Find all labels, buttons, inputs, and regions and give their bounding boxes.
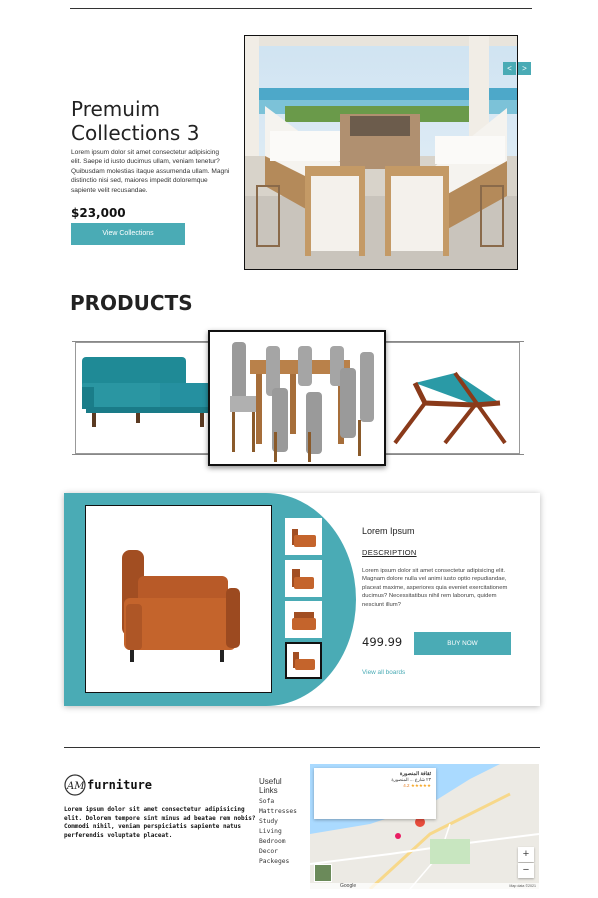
thumbnail-4[interactable] <box>285 642 322 679</box>
hero-description: Lorem ipsum dolor sit amet consectetur a… <box>71 149 230 194</box>
brand-logo[interactable]: AM furniture <box>64 774 184 796</box>
map-place-card[interactable]: ثقافة المنصورة ٢٣ شارع ... المنصورة 4.2 … <box>314 768 436 819</box>
logo-mark-icon: AM <box>64 774 86 796</box>
footer-about-text: Lorem ipsum dolor sit amet consectetur a… <box>64 806 256 839</box>
product-detail-card: Lorem Ipsum DESCRIPTION Lorem ipsum dolo… <box>64 493 540 706</box>
top-divider <box>70 8 532 9</box>
product-price: 499.99 <box>362 635 403 649</box>
thumbnail-3[interactable] <box>285 601 322 638</box>
view-all-boards-link[interactable]: View all boards <box>362 669 405 676</box>
product-card-chair[interactable] <box>384 342 520 454</box>
map-zoom-in-button[interactable]: + <box>518 847 534 862</box>
thumbnail-2[interactable] <box>285 560 322 597</box>
product-title: Lorem Ipsum <box>362 526 415 536</box>
footer-link-packeges[interactable]: Packeges <box>259 857 297 867</box>
useful-links-heading: Useful Links <box>259 777 282 795</box>
footer-link-mattresses[interactable]: Mattresses <box>259 807 297 817</box>
location-map[interactable]: ثقافة المنصورة ٢٣ شارع ... المنصورة 4.2 … <box>310 764 539 889</box>
map-data-credit: Map data ©2021 <box>509 884 536 888</box>
product-card-dining-set[interactable] <box>208 330 386 466</box>
view-collections-button[interactable]: View Collections <box>71 223 185 245</box>
products-heading: PRODUCTS <box>70 291 193 315</box>
google-logo-text: Google <box>340 883 357 889</box>
map-rating: 4.2 <box>403 783 410 788</box>
carousel-prev-button[interactable]: < <box>503 62 516 75</box>
useful-links-list: Sofa Mattresses Study Living Bedroom Dec… <box>259 797 297 867</box>
footer-link-study[interactable]: Study <box>259 817 297 827</box>
map-zoom-out-button[interactable]: − <box>518 863 534 878</box>
map-rating-stars: ★★★★★ <box>410 783 431 788</box>
footer-link-sofa[interactable]: Sofa <box>259 797 297 807</box>
carousel-next-button[interactable]: > <box>518 62 531 75</box>
product-description: Lorem ipsum dolor sit amet consectetur a… <box>362 568 508 608</box>
map-footer-bar: Google Map data ©2021 <box>310 883 539 889</box>
description-heading: DESCRIPTION <box>362 548 417 557</box>
hero-image <box>244 35 518 270</box>
hero-price: $23,000 <box>71 206 126 220</box>
footer-link-decor[interactable]: Decor <box>259 847 297 857</box>
footer-divider <box>64 747 540 748</box>
hero-title: Premuim Collections 3 <box>71 97 200 145</box>
footer-link-living[interactable]: Living <box>259 827 297 837</box>
product-card-sofa[interactable] <box>75 342 215 454</box>
product-main-image <box>85 505 272 693</box>
buy-now-button[interactable]: BUY NOW <box>414 632 511 655</box>
footer-link-bedroom[interactable]: Bedroom <box>259 837 297 847</box>
thumbnail-1[interactable] <box>285 518 322 555</box>
logo-text: furniture <box>87 778 153 792</box>
svg-text:AM: AM <box>66 781 85 792</box>
map-satellite-toggle[interactable] <box>314 864 332 882</box>
